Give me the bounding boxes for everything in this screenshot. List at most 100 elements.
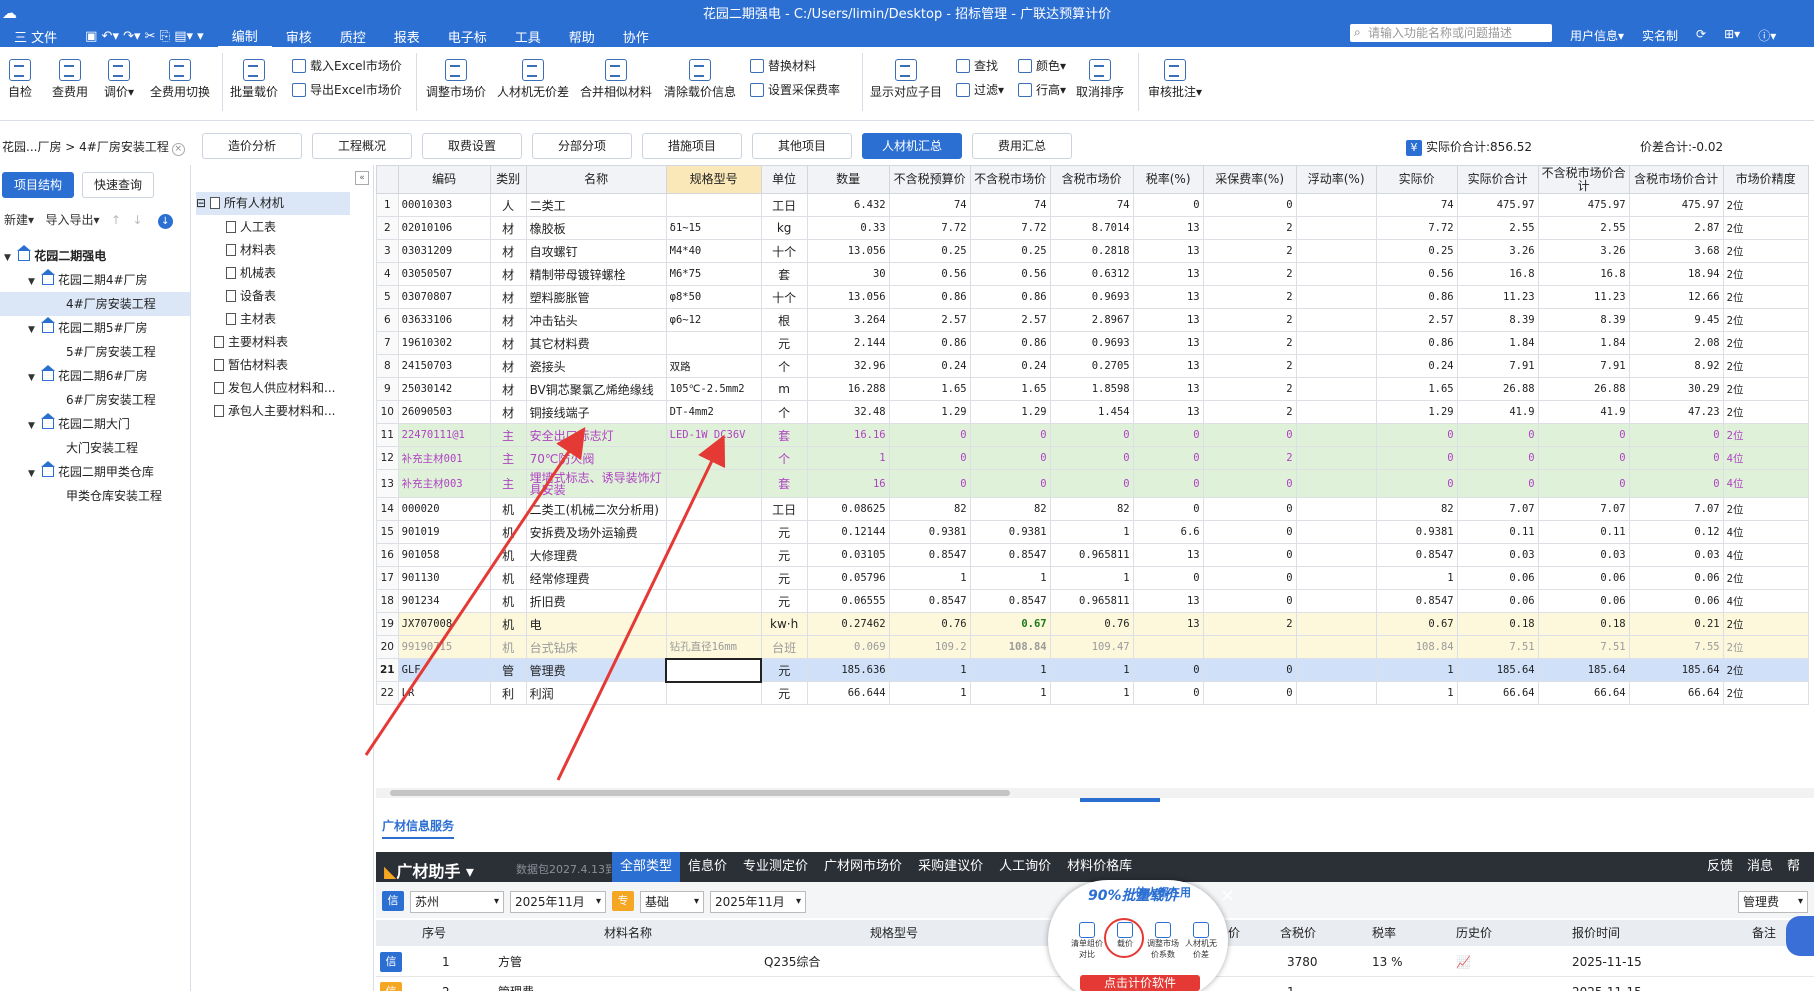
table-cell[interactable]: 埋墙式标志、诱导装饰灯具安装 [525, 469, 667, 498]
collapse-icon[interactable]: ▼ [4, 246, 14, 270]
table-cell[interactable]: 双路 [665, 354, 762, 378]
cat-machine[interactable]: 机械表 [226, 262, 276, 285]
table-cell[interactable]: 0.12144 [806, 520, 890, 544]
table-cell[interactable]: 108.84 [969, 635, 1051, 659]
table-cell[interactable]: 2 [376, 216, 399, 240]
table-cell[interactable]: 0.06 [1456, 566, 1539, 590]
table-cell[interactable]: 21 [376, 658, 399, 682]
table-cell[interactable]: 13 [376, 469, 399, 498]
table-cell[interactable]: 70℃防火阀 [525, 446, 667, 470]
table-cell[interactable] [1295, 354, 1377, 378]
table-cell[interactable] [1295, 331, 1377, 355]
table-cell[interactable]: 0.2818 [1049, 239, 1134, 263]
table-cell[interactable]: 7.91 [1456, 354, 1539, 378]
tree-leaf-gate[interactable]: 大门安装工程 [0, 436, 190, 460]
load-excel-price-button[interactable]: 载入Excel市场价 [292, 57, 402, 74]
table-cell[interactable]: 2位 [1722, 612, 1809, 636]
table-cell[interactable]: 2位 [1722, 658, 1809, 682]
collapse-icon[interactable]: ▼ [28, 270, 38, 294]
column-header[interactable]: 含税市场价 [1049, 165, 1134, 194]
table-cell[interactable]: 0.9381 [888, 520, 971, 544]
table-cell[interactable]: 1.29 [969, 400, 1051, 424]
table-cell[interactable]: 0 [1049, 423, 1134, 447]
table-cell[interactable]: 475.97 [1537, 193, 1630, 217]
table-cell[interactable]: 0.06 [1628, 589, 1724, 613]
table-cell[interactable]: 2 [1202, 216, 1297, 240]
table-row[interactable]: 15 901019 机安拆费及场外运输费元 0.12144 0.9381 0.9381 1 6… [376, 520, 1809, 544]
table-cell[interactable]: 901058 [397, 543, 491, 567]
table-cell[interactable]: 7.51 [1456, 635, 1539, 659]
table-cell[interactable]: 套 [760, 262, 808, 286]
menu-help[interactable]: 帮助 [555, 27, 609, 46]
project-structure-button[interactable]: 项目结构 [2, 172, 74, 198]
merge-similar-button[interactable]: 合并相似材料 [580, 59, 652, 100]
table-cell[interactable]: φ8*50 [665, 285, 762, 309]
table-cell[interactable]: 12 [376, 446, 399, 470]
table-cell[interactable]: 0.6312 [1049, 262, 1134, 286]
table-cell[interactable]: 补充主材003 [397, 469, 491, 498]
import-export-button[interactable]: 导入导出▾ [45, 213, 99, 227]
table-row[interactable]: 3 03031209 材自攻螺钉 M4*40 十个 13.056 0.25 0.25 0.281… [376, 239, 1809, 263]
cat-provisional[interactable]: 暂估材料表 [214, 354, 288, 377]
table-cell[interactable]: 0 [1628, 469, 1724, 498]
table-cell[interactable]: 12.66 [1628, 285, 1724, 309]
table-cell[interactable]: 0.21 [1628, 612, 1724, 636]
table-row[interactable]: 20 99190715 机台式钻床 钻孔直径16mm 台班 0.069 109.2 108.8… [376, 635, 1809, 659]
table-cell[interactable]: 元 [760, 658, 808, 682]
column-header[interactable] [376, 165, 399, 194]
table-cell[interactable]: 0.03 [1537, 543, 1630, 567]
table-cell[interactable]: 机 [489, 566, 527, 590]
table-cell[interactable]: 元 [760, 543, 808, 567]
table-cell[interactable]: 4位 [1722, 589, 1809, 613]
table-cell[interactable]: 0.03 [1628, 543, 1724, 567]
table-cell[interactable] [1295, 262, 1377, 286]
table-cell[interactable]: 0 [1628, 446, 1724, 470]
table-cell[interactable]: 工日 [760, 497, 808, 521]
table-cell[interactable]: 13 [1132, 377, 1204, 401]
table-cell[interactable]: 冲击钻头 [525, 308, 667, 332]
table-cell[interactable]: 13.056 [806, 285, 890, 309]
find-button[interactable]: 查找 [956, 57, 998, 74]
table-cell[interactable]: 机 [489, 589, 527, 613]
table-cell[interactable]: 475.97 [1456, 193, 1539, 217]
table-cell[interactable]: 0 [1132, 681, 1204, 705]
collapse-icon[interactable]: ⊟ [196, 196, 206, 210]
table-cell[interactable]: 0 [1202, 469, 1297, 498]
table-cell[interactable]: kw·h [760, 612, 808, 636]
table-cell[interactable]: 02010106 [397, 216, 491, 240]
adjust-market-price-button[interactable]: 调整市场价 [426, 59, 486, 100]
table-cell[interactable]: 03031209 [397, 239, 491, 263]
type-select[interactable]: 基础 [640, 891, 704, 913]
table-cell[interactable]: 经常修理费 [525, 566, 667, 590]
table-cell[interactable] [1202, 635, 1297, 659]
info-menu[interactable]: ⓘ▾ [1758, 27, 1776, 44]
tree-node-4[interactable]: ▼ 花园二期4#厂房 [0, 268, 190, 292]
view-fees-button[interactable]: 查费用 [52, 59, 88, 100]
table-row[interactable]: 21 GLF 管管理费元 185.636 1 1 1 0 0 1 185.64 185.64 185.6… [376, 657, 1809, 683]
table-cell[interactable]: 机 [489, 635, 527, 659]
new-button[interactable]: 新建▾ [4, 213, 34, 227]
period-select-1[interactable]: 2025年11月 [510, 891, 606, 913]
table-cell[interactable]: 185.64 [1537, 658, 1630, 682]
tree-node-warehouse[interactable]: ▼ 花园二期甲类仓库 [0, 460, 190, 484]
table-cell[interactable]: 13 [1132, 262, 1204, 286]
table-cell[interactable]: 机 [489, 520, 527, 544]
table-cell[interactable]: 0.24 [1375, 354, 1458, 378]
table-cell[interactable]: 5 [376, 285, 399, 309]
tab-other-items[interactable]: 其他项目 [752, 133, 852, 159]
table-cell[interactable]: 利 [489, 681, 527, 705]
table-cell[interactable]: 瓷接头 [525, 354, 667, 378]
table-row[interactable]: 22 LR 利利润元 66.644 1 1 1 0 0 1 66.64 66.64 66.64 2位 [376, 681, 1809, 705]
table-cell[interactable]: 9 [376, 377, 399, 401]
table-cell[interactable]: 13 [1132, 331, 1204, 355]
table-cell[interactable]: 0.8547 [1375, 589, 1458, 613]
info-service-tab[interactable]: 广材信息服务 [382, 817, 455, 839]
table-cell[interactable]: 0 [1537, 469, 1630, 498]
table-cell[interactable]: 66.644 [806, 681, 890, 705]
table-cell[interactable]: δ1~15 [665, 216, 762, 240]
table-cell[interactable]: 41.9 [1537, 400, 1630, 424]
table-cell[interactable]: 14 [376, 497, 399, 521]
table-cell[interactable]: 2位 [1722, 497, 1809, 521]
table-cell[interactable]: 0.56 [1375, 262, 1458, 286]
table-cell[interactable]: 0 [1132, 658, 1204, 682]
